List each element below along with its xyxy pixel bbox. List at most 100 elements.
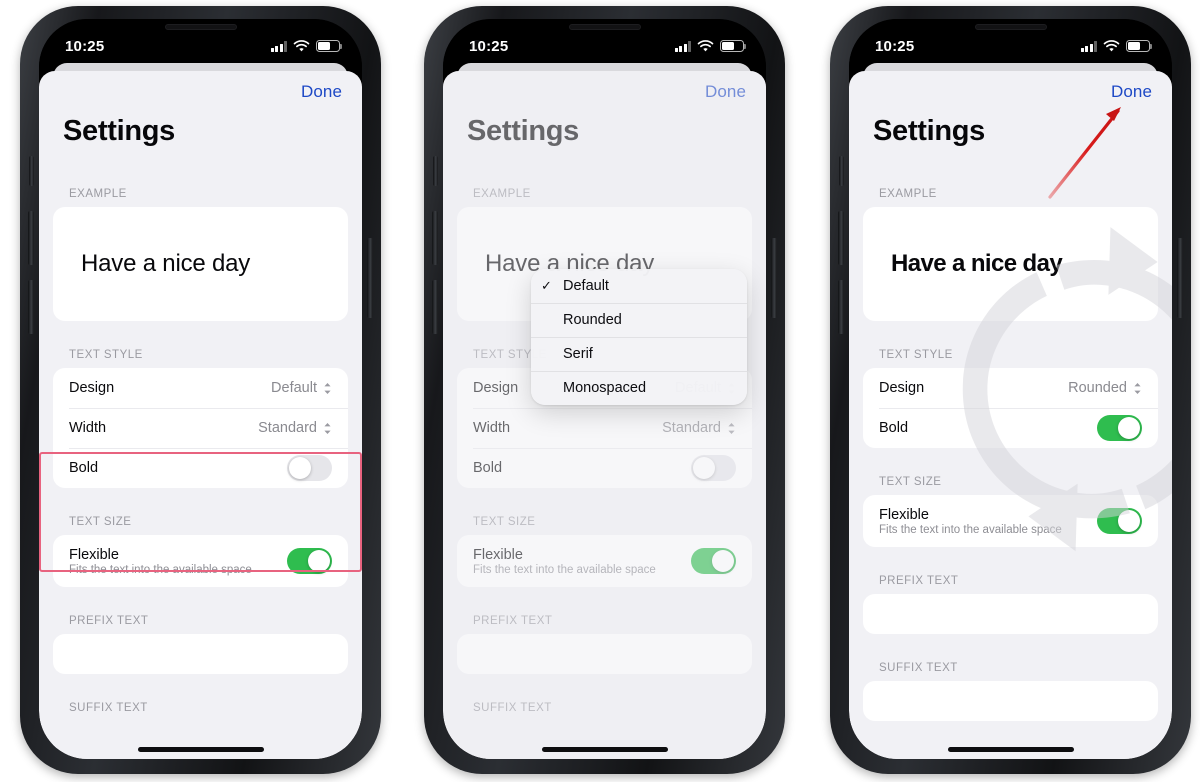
battery-icon <box>1126 40 1153 52</box>
row-bold[interactable]: Bold <box>863 408 1158 448</box>
phone-mockup-1: 10:25 Done Settings EXAMPLE Have a nice … <box>8 0 393 782</box>
settings-sheet: Done Settings EXAMPLE Have a nice day TE… <box>443 71 766 759</box>
menu-item-monospaced[interactable]: Monospaced <box>531 371 747 405</box>
status-bar: 10:25 <box>849 19 1172 63</box>
sheet-nav-bar: Done <box>53 71 348 113</box>
menu-item-default[interactable]: ✓ Default <box>531 269 747 303</box>
menu-item-default-label: Default <box>563 278 609 294</box>
row-design-value[interactable]: Default <box>271 380 332 396</box>
row-design-label: Design <box>69 380 115 396</box>
mute-switch[interactable] <box>29 156 34 186</box>
text-style-card: Design Default Width <box>53 368 348 488</box>
mute-switch[interactable] <box>839 156 844 186</box>
row-bold-label: Bold <box>69 460 99 476</box>
flexible-toggle[interactable] <box>1097 508 1142 534</box>
row-design-label: Design <box>879 380 925 396</box>
prefix-text-input[interactable] <box>53 634 348 674</box>
status-indicators <box>270 39 343 53</box>
text-style-card: Design Rounded Bold <box>863 368 1158 448</box>
example-text: Have a nice day <box>891 250 1063 277</box>
status-bar: 10:25 <box>39 19 362 63</box>
status-clock: 10:25 <box>875 37 915 55</box>
section-label-example: EXAMPLE <box>69 188 127 200</box>
chevron-updown-icon <box>1134 382 1141 394</box>
bold-toggle[interactable] <box>287 455 332 481</box>
volume-down-button[interactable] <box>432 280 438 334</box>
modal-dim-overlay[interactable] <box>443 71 766 759</box>
row-flexible[interactable]: Flexible Fits the text into the availabl… <box>53 535 348 587</box>
row-design-value-text: Rounded <box>1068 380 1127 396</box>
row-design[interactable]: Design Default <box>53 368 348 408</box>
example-text: Have a nice day <box>81 250 251 277</box>
row-flexible-sublabel: Fits the text into the available space <box>879 523 1062 536</box>
row-width-value-text: Standard <box>258 420 317 436</box>
volume-down-button[interactable] <box>28 280 34 334</box>
sheet-scroll-area[interactable]: Done Settings EXAMPLE Have a nice day TE… <box>39 71 362 759</box>
status-indicators <box>1080 39 1153 53</box>
device-screen: 10:25 Done Settings EXAMPLE Have a nice … <box>443 19 766 759</box>
status-bar: 10:25 <box>443 19 766 63</box>
row-width-label: Width <box>69 420 107 436</box>
battery-icon <box>720 40 747 52</box>
battery-icon <box>316 40 343 52</box>
power-button[interactable] <box>771 238 777 318</box>
bold-toggle[interactable] <box>1097 415 1142 441</box>
home-indicator[interactable] <box>137 747 264 752</box>
section-label-example: EXAMPLE <box>879 188 937 200</box>
device-bezel: 10:25 Done Settings EXAMPLE Have a nice … <box>443 19 766 759</box>
row-width[interactable]: Width Standard <box>53 408 348 448</box>
section-label-suffix: SUFFIX TEXT <box>879 662 958 674</box>
volume-up-button[interactable] <box>838 211 844 265</box>
row-design-value-text: Default <box>271 380 317 396</box>
volume-up-button[interactable] <box>432 211 438 265</box>
flexible-toggle[interactable] <box>287 548 332 574</box>
power-button[interactable] <box>367 238 373 318</box>
row-bold-label: Bold <box>879 420 909 436</box>
menu-item-rounded[interactable]: Rounded <box>531 303 747 337</box>
volume-up-button[interactable] <box>28 211 34 265</box>
done-button[interactable]: Done <box>1111 82 1152 102</box>
section-label-text-style: TEXT STYLE <box>69 349 143 361</box>
status-clock: 10:25 <box>65 37 105 55</box>
row-design-value[interactable]: Rounded <box>1068 380 1142 396</box>
sheet-scroll-area[interactable]: Done Settings EXAMPLE Have a nice day TE… <box>849 71 1172 759</box>
row-flexible-label: Flexible <box>69 546 119 563</box>
cellular-signal-icon <box>1080 40 1097 52</box>
section-label-text-size: TEXT SIZE <box>69 516 132 528</box>
home-indicator[interactable] <box>541 747 668 752</box>
prefix-text-input[interactable] <box>863 594 1158 634</box>
phone-mockup-2: 10:25 Done Settings EXAMPLE Have a nice … <box>412 0 797 782</box>
row-design[interactable]: Design Rounded <box>863 368 1158 408</box>
example-preview-card: Have a nice day <box>863 207 1158 321</box>
row-flexible-sublabel: Fits the text into the available space <box>69 563 252 576</box>
phone-mockup-3: 10:25 Done Settings EXAMPLE Have a nice … <box>818 0 1200 782</box>
cellular-signal-icon <box>674 40 691 52</box>
design-dropdown-menu[interactable]: ✓ Default Rounded Serif Monospaced <box>531 269 747 405</box>
settings-sheet: Done Settings EXAMPLE Have a nice day TE… <box>849 71 1172 759</box>
done-button[interactable]: Done <box>301 82 342 102</box>
power-button[interactable] <box>1177 238 1183 318</box>
checkmark-icon: ✓ <box>541 278 552 293</box>
chevron-updown-icon <box>324 422 331 434</box>
status-indicators <box>674 39 747 53</box>
row-bold[interactable]: Bold <box>53 448 348 488</box>
wifi-icon <box>1103 39 1120 51</box>
device-bezel: 10:25 Done Settings EXAMPLE Have a nice … <box>39 19 362 759</box>
sheet-nav-bar: Done <box>863 71 1158 113</box>
suffix-text-input[interactable] <box>863 681 1158 721</box>
home-indicator[interactable] <box>947 747 1074 752</box>
mute-switch[interactable] <box>433 156 438 186</box>
section-label-text-size: TEXT SIZE <box>879 476 942 488</box>
section-label-text-style: TEXT STYLE <box>879 349 953 361</box>
settings-sheet: Done Settings EXAMPLE Have a nice day TE… <box>39 71 362 759</box>
menu-item-monospaced-label: Monospaced <box>563 380 647 396</box>
row-width-value[interactable]: Standard <box>258 420 332 436</box>
row-flexible[interactable]: Flexible Fits the text into the availabl… <box>863 495 1158 547</box>
menu-item-serif-label: Serif <box>563 346 593 362</box>
volume-down-button[interactable] <box>838 280 844 334</box>
device-bezel: 10:25 Done Settings EXAMPLE Have a nice … <box>849 19 1172 759</box>
menu-item-serif[interactable]: Serif <box>531 337 747 371</box>
page-title: Settings <box>63 115 175 147</box>
device-screen: 10:25 Done Settings EXAMPLE Have a nice … <box>39 19 362 759</box>
page-title: Settings <box>873 115 985 147</box>
